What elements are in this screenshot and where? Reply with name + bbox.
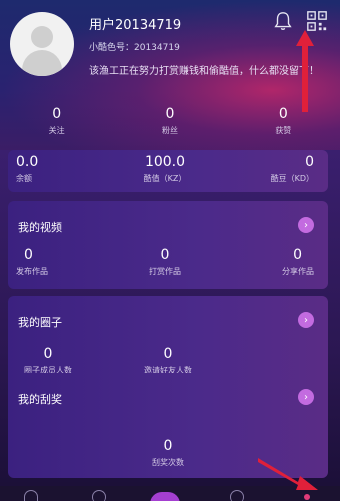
wallet-value: 100.0 — [144, 154, 186, 170]
stat-value: 0 — [24, 247, 33, 263]
my-circles-card[interactable]: 我的圈子 › 0 圈子成员人数 0 邀请好友人数 — [8, 296, 328, 384]
avatar-body — [22, 50, 62, 76]
section-title: 我的圈子 — [18, 316, 62, 329]
stat-label: 刮奖次数 — [152, 458, 184, 467]
wallet-label: 余额 — [16, 174, 32, 183]
account-id: 小酷色号：20134719 — [89, 43, 180, 53]
my-videos-card[interactable]: 我的视频 › 0 发布作品 0 打赏作品 0 分享作品 — [8, 201, 328, 289]
wallet-balance[interactable]: 0.0 余额 — [8, 154, 115, 184]
wallet-label: 酷值（KZ） — [143, 174, 187, 183]
wallet-value: 0 — [305, 154, 314, 170]
annotation-arrow-up-icon — [296, 30, 314, 112]
chevron-right-icon[interactable]: › — [298, 389, 314, 405]
stat-circle-members[interactable]: 0 圈子成员人数 — [8, 346, 88, 376]
stats-row: 0 关注 0 粉丝 0 获赞 — [0, 106, 340, 140]
stat-label: 分享作品 — [281, 267, 314, 276]
stat-published[interactable]: 0 发布作品 — [8, 247, 115, 277]
stat-scratch-count[interactable]: 0 刮奖次数 — [152, 438, 184, 468]
stat-value: 0 — [163, 346, 173, 362]
section-title: 我的视频 — [18, 221, 62, 234]
profile-tab-dot-icon[interactable] — [304, 494, 310, 500]
stat-following[interactable]: 0 关注 — [0, 106, 113, 140]
stat-tipped[interactable]: 0 打赏作品 — [115, 247, 214, 277]
stat-fans[interactable]: 0 粉丝 — [113, 106, 226, 140]
qr-code-icon[interactable] — [306, 10, 328, 32]
stat-value: 0 — [160, 247, 170, 263]
wallet-card: 0.0 余额 100.0 酷值（KZ） 0 酷豆（KD） — [8, 150, 328, 192]
stat-invited-friends[interactable]: 0 邀请好友人数 — [128, 346, 208, 376]
stat-label: 发布作品 — [16, 267, 48, 276]
stat-shared[interactable]: 0 分享作品 — [215, 247, 328, 277]
stat-value: 0 — [165, 106, 175, 122]
message-tab-icon[interactable] — [230, 490, 244, 501]
stat-value: 0 — [43, 346, 53, 362]
username: 用户20134719 — [89, 18, 182, 33]
stat-value: 0 — [293, 247, 302, 263]
chevron-right-icon[interactable]: › — [298, 312, 314, 328]
signature: 该渔工正在努力打赏赚钱和偷酷值，什么都没留下！ — [89, 66, 319, 77]
stat-value: 0 — [163, 438, 173, 454]
section-title: 我的刮奖 — [18, 393, 62, 406]
wallet-label: 酷豆（KD） — [270, 174, 314, 183]
stat-value: 0 — [52, 106, 62, 122]
wallet-kz[interactable]: 100.0 酷值（KZ） — [115, 154, 214, 184]
annotation-arrow-right-icon — [258, 458, 318, 490]
home-tab-icon[interactable] — [24, 490, 38, 501]
stat-label: 打赏作品 — [148, 267, 181, 276]
wallet-kd[interactable]: 0 酷豆（KD） — [215, 154, 328, 184]
wallet-value: 0.0 — [16, 154, 39, 170]
avatar[interactable] — [10, 12, 74, 76]
stat-label: 获赞 — [275, 126, 292, 135]
discover-tab-icon[interactable] — [92, 490, 106, 501]
stat-label: 关注 — [48, 126, 65, 135]
chevron-right-icon[interactable]: › — [298, 217, 314, 233]
stat-value: 0 — [278, 106, 288, 122]
stat-label: 粉丝 — [161, 126, 178, 135]
stat-likes[interactable]: 0 获赞 — [227, 106, 340, 140]
bell-icon[interactable] — [272, 10, 294, 32]
avatar-head — [31, 26, 53, 48]
